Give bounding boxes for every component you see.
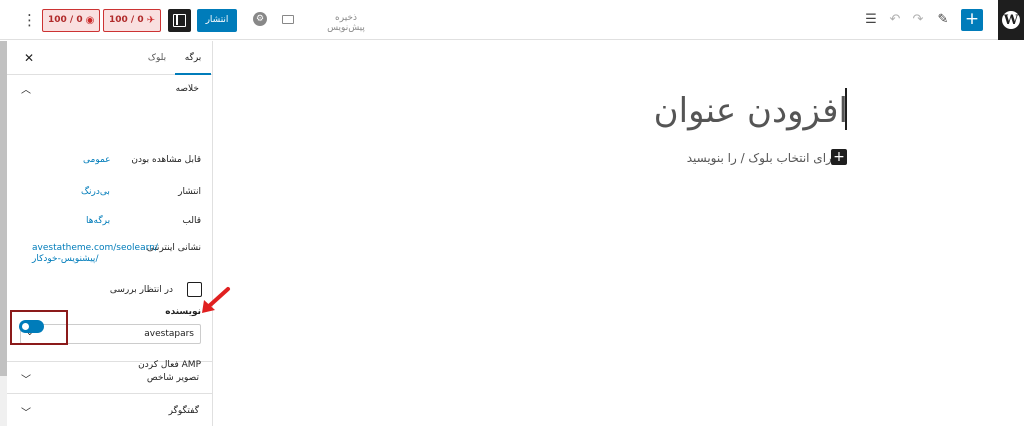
list-view-icon[interactable]: ☰ (862, 10, 880, 30)
readability-score-value: 100 / 0 (48, 15, 83, 25)
toggle-knob (22, 323, 29, 330)
tools-icon[interactable]: ✎ (934, 10, 952, 30)
chevron-down-icon: ﹀ (21, 375, 31, 386)
annotation-arrow-icon (202, 287, 230, 313)
chevron-down-icon: ﹀ (21, 408, 31, 419)
sidebar-scrollbar[interactable] (0, 41, 7, 426)
readability-score-icon: ◉ (85, 15, 95, 26)
preview-icon[interactable] (282, 15, 294, 24)
close-icon[interactable]: ✕ (21, 50, 37, 66)
wordpress-logo[interactable]: W (998, 0, 1024, 40)
pending-review-label: در انتظار بررسی (109, 285, 173, 295)
discussion-panel[interactable]: گفتگوگر ﹀ (7, 394, 213, 426)
block-editor: W + ✎ ↷ ↶ ☰ ذخیره پیش‌نویس ⚙ انتشار 100 … (0, 0, 1024, 426)
template-value[interactable]: برگه‌ها (86, 216, 110, 226)
save-draft-button[interactable]: ذخیره پیش‌نویس (315, 13, 377, 33)
sidebar-icon (173, 14, 186, 27)
visibility-label: قابل مشاهده بودن (131, 155, 201, 165)
settings-sidebar: برگه بلوک ✕ خلاصه ︿ قابل مشاهده بودن عمو… (0, 41, 230, 426)
more-options-icon[interactable]: ⋮ (22, 10, 37, 30)
publish-button[interactable]: انتشار (197, 9, 237, 32)
block-placeholder[interactable]: برای انتخاب بلوک / را بنویسید (687, 151, 836, 165)
url-value[interactable]: avestatheme.com/seolearn/پیشنویس-خودکار/ (32, 243, 158, 265)
featured-image-panel[interactable]: تصویر شاخص ﹀ (7, 361, 213, 394)
tab-page[interactable]: برگه (175, 41, 211, 75)
chevron-up-icon: ︿ (21, 85, 31, 96)
sidebar-tabs: برگه بلوک ✕ (7, 41, 213, 75)
summary-panel-header[interactable]: خلاصه ︿ (7, 75, 213, 103)
wordpress-icon: W (1002, 11, 1020, 29)
summary-panel-title: خلاصه (175, 84, 199, 94)
add-block-button[interactable]: + (961, 9, 983, 31)
editor-canvas: افزودن عنوان برای انتخاب بلوک / را بنویس… (213, 41, 1024, 426)
settings-sidebar-toggle[interactable] (168, 9, 191, 32)
block-inserter-button[interactable]: + (831, 149, 847, 165)
amp-toggle[interactable] (19, 320, 44, 333)
seo-score-icon: ✈ (146, 15, 155, 26)
author-select-value: avestapars (144, 329, 194, 339)
readability-score-badge[interactable]: 100 / 0 ◉ (42, 9, 101, 32)
seo-score-value: 100 / 0 (109, 15, 144, 25)
discussion-panel-title: گفتگوگر (168, 406, 199, 416)
scrollbar-thumb[interactable] (0, 41, 7, 376)
visibility-value[interactable]: عمومی (83, 155, 111, 165)
publish-value[interactable]: بی‌درنگ (81, 187, 110, 197)
undo-icon[interactable]: ↶ (886, 10, 904, 30)
text-caret (845, 88, 847, 130)
post-title-input[interactable]: افزودن عنوان (654, 89, 848, 133)
seo-score-badge[interactable]: 100 / 0 ✈ (103, 9, 161, 32)
editor-header: W + ✎ ↷ ↶ ☰ ذخیره پیش‌نویس ⚙ انتشار 100 … (0, 0, 1024, 40)
template-label: قالب (182, 216, 201, 226)
author-label: نویسنده (165, 307, 201, 317)
redo-icon[interactable]: ↷ (909, 10, 927, 30)
featured-image-panel-title: تصویر شاخص (146, 373, 199, 383)
settings-gear-icon[interactable]: ⚙ (253, 12, 267, 26)
publish-label: انتشار (178, 187, 201, 197)
tab-block[interactable]: بلوک (142, 41, 172, 75)
